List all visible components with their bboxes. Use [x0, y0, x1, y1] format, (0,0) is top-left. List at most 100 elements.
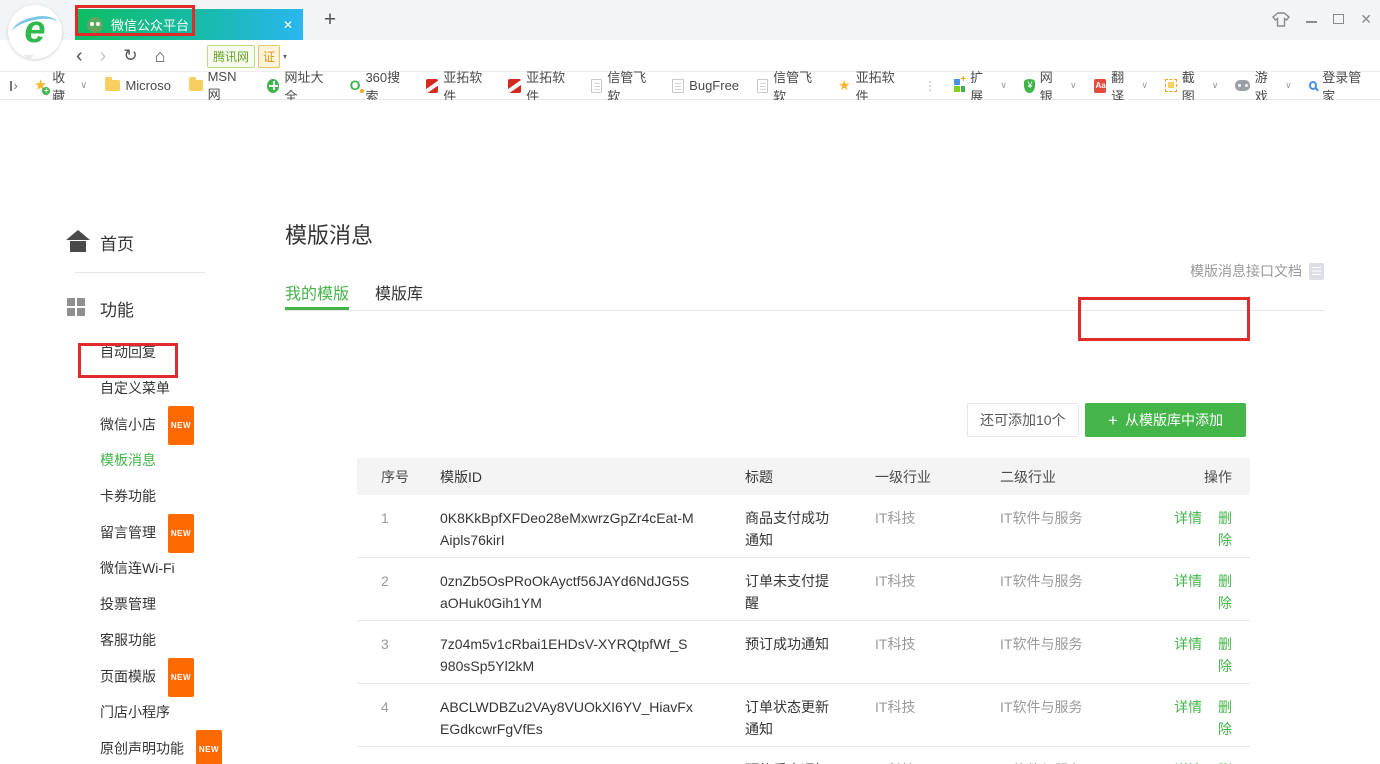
tab-close-icon[interactable]: ✕ — [283, 18, 293, 32]
cell-title: 预约看房通知 — [745, 759, 875, 764]
sidebar-item[interactable]: 原创声明功能 NEW — [0, 730, 283, 764]
sidebar-item-label: 留言管理 — [100, 525, 156, 541]
tab-item[interactable]: 我的模版 — [285, 280, 349, 304]
tool-item[interactable]: 网银 ∨ — [1024, 67, 1077, 105]
bookmark-item[interactable]: Microso — [105, 78, 171, 93]
tool-item[interactable]: 扩展 ∨ — [954, 67, 1007, 105]
tool-item[interactable]: 截图 ∨ — [1165, 67, 1218, 105]
tool-label: 登录管家 — [1322, 67, 1370, 105]
bookmark-item[interactable]: MSN 网 — [189, 69, 249, 103]
tool-dropdown-icon: ∨ — [1285, 80, 1292, 91]
api-doc-link[interactable]: 模版消息接口文档 — [1190, 261, 1324, 281]
tool-label: 游戏 — [1255, 67, 1278, 105]
home-nav-icon — [66, 230, 90, 252]
refresh-icon[interactable]: ↻ — [123, 47, 137, 64]
browser-titlebar: 微信公众平台 ✕ + ✕ — [0, 0, 1380, 40]
cell-index: 3 — [357, 633, 440, 655]
sidebar-item[interactable]: 微信小店 NEW — [0, 406, 283, 442]
minimize-button[interactable] — [1306, 10, 1317, 28]
bookmark-item[interactable]: 信管飞软 — [757, 67, 820, 105]
table-row: 5 Co_7PmGk5Rh5IHxyySwSvnBiz1ouzRSYm6Oa1H… — [357, 747, 1250, 764]
plus-icon: + — [1108, 412, 1118, 429]
sidebar-item-label: 门店小程序 — [100, 704, 170, 720]
bookmark-item[interactable]: 亚拓软件 — [838, 67, 901, 105]
browser-tab[interactable]: 微信公众平台 ✕ — [75, 9, 303, 40]
bookmarks-expand-icon[interactable]: › — [10, 78, 18, 93]
bookmark-item[interactable]: 亚拓软件 — [508, 67, 573, 105]
delete-link[interactable]: 删除 — [1218, 636, 1232, 674]
template-table: 序号 模版ID 标题 一级行业 二级行业 操作 1 0K8KkBpfXFDeo2… — [357, 458, 1250, 764]
sidebar-item[interactable]: 模板消息 NEW — [0, 442, 283, 478]
sidebar-section-features[interactable]: 功能 — [100, 296, 134, 321]
skin-shirt-icon[interactable] — [1272, 12, 1290, 27]
sidebar-item[interactable]: 自动回复 NEW — [0, 334, 283, 370]
cert-badge[interactable]: 证 — [258, 45, 280, 68]
bookmark-label: 信管飞软 — [773, 67, 820, 105]
tool-item[interactable]: 游戏 ∨ — [1235, 67, 1291, 105]
forward-icon[interactable]: › — [100, 46, 107, 66]
delete-link[interactable]: 删除 — [1218, 510, 1232, 548]
bookmark-label: 亚拓软件 — [856, 67, 902, 105]
bookmark-item[interactable]: 360搜索 — [350, 67, 408, 105]
new-badge: NEW — [168, 658, 194, 697]
cell-template-id: Co_7PmGk5Rh5IHxyySwSvnBiz1ouzRSYm6Oa1H7J… — [440, 759, 745, 764]
detail-link[interactable]: 详情 — [1174, 510, 1202, 526]
sidebar-menu: 自动回复 NEW 自定义菜单 NEW 微信小店 NEW 模板消息 NEW 卡券功… — [0, 334, 283, 764]
sidebar-item-label: 自动回复 — [100, 344, 156, 360]
tool-icon — [1309, 81, 1318, 90]
bookmarks-overflow-icon[interactable]: ⋮ — [924, 78, 937, 94]
sidebar-item[interactable]: 门店小程序 NEW — [0, 694, 283, 730]
sidebar-item[interactable]: 客服功能 NEW — [0, 622, 283, 658]
home-icon[interactable]: ⌂ — [155, 47, 166, 65]
sidebar-item-label: 自定义菜单 — [100, 380, 170, 396]
detail-link[interactable]: 详情 — [1174, 699, 1202, 715]
bookmark-item[interactable]: 信管飞软 — [591, 67, 654, 105]
sidebar-item[interactable]: 留言管理 NEW — [0, 514, 283, 550]
table-row: 1 0K8KkBpfXFDeo28eMxwrzGpZr4cEat-MAipls7… — [357, 495, 1250, 558]
favorites-menu[interactable]: ★ 收藏 ∨ — [34, 67, 88, 105]
sidebar-item[interactable]: 页面模版 NEW — [0, 658, 283, 694]
api-doc-label: 模版消息接口文档 — [1190, 261, 1302, 281]
features-grid-icon — [67, 298, 85, 316]
delete-link[interactable]: 删除 — [1218, 573, 1232, 611]
cell-industry1: IT科技 — [875, 570, 1000, 592]
bookmark-icon — [757, 79, 768, 93]
tool-item[interactable]: 登录管家 ∨ — [1309, 67, 1370, 105]
maximize-button[interactable] — [1333, 10, 1344, 28]
browser-logo[interactable]: e — [8, 5, 62, 59]
document-icon — [1309, 263, 1324, 280]
cert-dropdown-icon[interactable]: ▾ — [283, 52, 287, 61]
detail-link[interactable]: 详情 — [1174, 573, 1202, 589]
bookmark-label: 360搜索 — [365, 67, 407, 105]
bookmark-label: 信管飞软 — [607, 67, 654, 105]
sidebar-item[interactable]: 自定义菜单 NEW — [0, 370, 283, 406]
bookmark-item[interactable]: 网址大全 — [267, 67, 332, 105]
bookmark-item[interactable]: BugFree — [672, 78, 739, 93]
site-name-badge[interactable]: 腾讯网 — [207, 45, 255, 68]
cell-title: 订单未支付提醒 — [745, 570, 875, 614]
tool-icon — [1165, 79, 1177, 92]
detail-link[interactable]: 详情 — [1174, 636, 1202, 652]
sidebar-item[interactable]: 微信连Wi-Fi NEW — [0, 550, 283, 586]
bookmark-icon — [105, 80, 120, 91]
tool-item[interactable]: 翻译 ∨ — [1094, 67, 1148, 105]
back-icon[interactable]: ‹ — [76, 46, 83, 66]
sidebar-item[interactable]: 卡券功能 NEW — [0, 478, 283, 514]
page-content: 首页 功能 自动回复 NEW 自定义菜单 NEW 微信小店 NEW 模板消息 N… — [0, 100, 1380, 764]
tool-icon — [1024, 79, 1035, 93]
tab-item[interactable]: 模版库 — [375, 280, 423, 304]
cell-index: 5 — [357, 759, 440, 764]
sidebar-item-home[interactable]: 首页 — [100, 230, 134, 255]
header-industry2: 二级行业 — [1000, 466, 1155, 488]
header-template-id: 模版ID — [440, 466, 745, 488]
close-button[interactable]: ✕ — [1360, 10, 1372, 28]
delete-link[interactable]: 删除 — [1218, 699, 1232, 737]
sidebar-item-label: 模板消息 — [100, 452, 156, 468]
cell-industry2: IT软件与服务 — [1000, 759, 1155, 764]
add-from-library-button[interactable]: + 从模版库中添加 — [1085, 403, 1246, 437]
cell-industry1: IT科技 — [875, 507, 1000, 529]
tabs-border — [285, 310, 1324, 311]
new-tab-button[interactable]: + — [318, 8, 342, 32]
sidebar-item[interactable]: 投票管理 NEW — [0, 586, 283, 622]
bookmark-item[interactable]: 亚拓软件 — [426, 67, 491, 105]
